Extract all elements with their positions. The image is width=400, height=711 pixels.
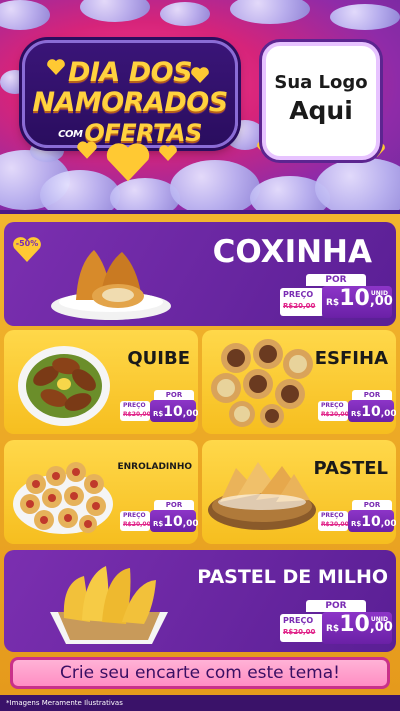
price-old-box: PREÇO R$20,00: [318, 511, 349, 531]
cloud-decoration: [170, 160, 260, 212]
old-price: R$20,00: [283, 628, 316, 636]
price-currency: R$: [351, 520, 362, 528]
price-preco-label: PREÇO: [321, 402, 344, 409]
cta-button[interactable]: Crie seu encarte com este tema!: [10, 657, 390, 689]
cloud-decoration: [160, 2, 210, 26]
price-por-label: POR: [306, 274, 366, 286]
price-currency: R$: [326, 298, 340, 308]
heart-icon: [106, 143, 150, 182]
price-unit: UNID: [370, 290, 388, 297]
price-preco-label: PREÇO: [321, 512, 344, 519]
price-por-label: POR: [154, 500, 194, 510]
price-currency: R$: [153, 410, 164, 418]
price-currency: R$: [326, 624, 340, 634]
heart-icon: [47, 59, 65, 75]
price-por-label: POR: [154, 390, 194, 400]
title-plate: DIA DOS NAMORADOS COMOFERTAS: [22, 40, 238, 148]
product-card-pastel-de-milho[interactable]: PASTEL DE MILHO POR PREÇO R$20,00 R$10,0…: [4, 550, 396, 652]
product-card-enroladinho[interactable]: ENROLADINHO POR PREÇO R$20,00 R$10,00: [4, 440, 198, 544]
price-tag: POR PREÇO R$20,00 R$10,00: [120, 500, 198, 536]
price-por-label: POR: [352, 390, 392, 400]
header-banner: DIA DOS NAMORADOS COMOFERTAS Sua Logo Aq…: [0, 0, 400, 212]
current-price: R$10,00: [150, 400, 198, 422]
price-dec: ,00: [182, 409, 198, 419]
quibe-image: [18, 346, 110, 426]
price-int: 10: [163, 404, 183, 420]
price-tag: POR PREÇO R$20,00 R$10,00 UNID: [280, 274, 393, 320]
pastel-de-milho-image: [50, 566, 168, 644]
price-dec: ,00: [182, 519, 198, 529]
price-tag: POR PREÇO R$20,00 R$10,00: [318, 500, 396, 536]
cloud-decoration: [315, 158, 400, 212]
price-preco-label: PREÇO: [283, 290, 314, 299]
current-price: R$10,00: [348, 400, 396, 422]
old-price: R$20,00: [321, 521, 349, 528]
price-int: 10: [163, 514, 183, 530]
current-price: R$10,00: [348, 510, 396, 532]
price-por-label: POR: [306, 600, 366, 612]
price-por-label: POR: [352, 500, 392, 510]
price-tag: POR PREÇO R$20,00 R$10,00 UNID: [280, 600, 393, 646]
price-dec: ,00: [380, 409, 396, 419]
logo-text-line2: Aqui: [289, 96, 353, 125]
logo-text-line1: Sua Logo: [274, 72, 368, 93]
heart-icon: [191, 67, 209, 83]
logo-placeholder[interactable]: Sua Logo Aqui: [262, 42, 380, 160]
product-name: ENROLADINHO: [117, 462, 193, 472]
product-card-esfiha[interactable]: ESFIHA POR PREÇO R$20,00 R$10,00: [202, 330, 396, 434]
product-name: QUIBE: [127, 348, 190, 369]
price-preco-label: PREÇO: [283, 616, 314, 625]
heart-icon: [77, 141, 97, 159]
price-old-box: PREÇO R$20,00: [318, 401, 349, 421]
price-int: 10: [361, 404, 381, 420]
current-price: R$10,00: [150, 510, 198, 532]
title-com: COM: [58, 128, 83, 140]
price-int: 10: [361, 514, 381, 530]
price-int: 10: [339, 286, 370, 311]
pastel-image: [208, 462, 316, 530]
price-int: 10: [339, 612, 370, 637]
esfiha-image: [211, 339, 313, 428]
price-tag: POR PREÇO R$20,00 R$10,00: [318, 390, 396, 426]
price-old-box: PREÇO R$20,00: [280, 614, 324, 642]
price-old-box: PREÇO R$20,00: [120, 511, 151, 531]
old-price: R$20,00: [123, 411, 151, 418]
price-preco-label: PREÇO: [123, 402, 146, 409]
title-line-2: NAMORADOS: [32, 87, 228, 118]
cloud-decoration: [0, 0, 50, 30]
enroladinho-image: [13, 462, 113, 534]
discount-badge: -50%: [12, 236, 42, 262]
product-name: PASTEL DE MILHO: [197, 566, 388, 588]
product-card-coxinha[interactable]: -50% COXINHA POR PREÇO R$20,00 R$10,00 U…: [4, 222, 396, 326]
product-name: PASTEL: [313, 458, 388, 479]
price-dec: ,00: [380, 519, 396, 529]
product-name: COXINHA: [212, 234, 372, 270]
cloud-decoration: [80, 0, 150, 22]
price-currency: R$: [351, 410, 362, 418]
old-price: R$20,00: [283, 302, 316, 310]
price-old-box: PREÇO R$20,00: [120, 401, 151, 421]
cloud-decoration: [230, 0, 310, 24]
cloud-decoration: [330, 4, 400, 30]
price-preco-label: PREÇO: [123, 512, 146, 519]
product-card-pastel[interactable]: PASTEL POR PREÇO R$20,00 R$10,00: [202, 440, 396, 544]
product-card-quibe[interactable]: QUIBE POR PREÇO R$20,00 R$10,00: [4, 330, 198, 434]
coxinha-image: [51, 250, 171, 320]
product-name: ESFIHA: [314, 348, 388, 369]
heart-icon: [159, 145, 177, 161]
price-tag: POR PREÇO R$20,00 R$10,00: [120, 390, 198, 426]
old-price: R$20,00: [321, 411, 349, 418]
old-price: R$20,00: [123, 521, 151, 528]
price-unit: UNID: [370, 616, 388, 623]
price-currency: R$: [153, 520, 164, 528]
price-old-box: PREÇO R$20,00: [280, 288, 324, 316]
disclaimer: *Imagens Meramente Ilustrativas: [0, 695, 400, 711]
